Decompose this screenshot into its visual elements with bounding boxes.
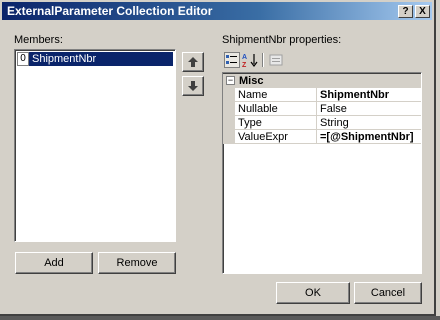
sort-alphabetical-icon: A Z [242, 54, 258, 69]
property-row[interactable]: Type String [223, 116, 421, 130]
property-row[interactable]: ValueExpr =[@ShipmentNbr] [223, 130, 421, 144]
category-row[interactable]: − Misc [223, 74, 421, 88]
categorized-view-button[interactable] [224, 52, 240, 68]
collection-editor-dialog: ExternalParameter Collection Editor ? X … [0, 0, 436, 316]
background-window-bottom [0, 316, 440, 320]
property-value[interactable]: ShipmentNbr [317, 88, 421, 102]
property-value[interactable]: False [317, 102, 421, 116]
property-grid[interactable]: − Misc Name ShipmentNbr Nullable False Type S… [222, 72, 422, 274]
move-up-button[interactable] [182, 52, 204, 72]
help-button[interactable]: ? [398, 5, 413, 18]
property-name: Nullable [235, 102, 317, 116]
categorized-icon [226, 55, 237, 64]
title-bar[interactable]: ExternalParameter Collection Editor ? X [2, 2, 432, 20]
row-margin [223, 88, 235, 102]
members-label: Members: [14, 34, 63, 46]
add-button[interactable]: Add [15, 252, 93, 274]
category-label: Misc [239, 75, 264, 87]
ok-button[interactable]: OK [276, 282, 350, 304]
collapse-icon: − [227, 75, 234, 85]
list-item[interactable]: 0 ShipmentNbr [17, 52, 173, 66]
property-value[interactable]: String [317, 116, 421, 130]
members-list[interactable]: 0 ShipmentNbr [14, 49, 176, 242]
arrow-down-icon [188, 81, 198, 91]
arrow-up-icon [188, 57, 198, 67]
member-index: 0 [17, 52, 29, 66]
cancel-button[interactable]: Cancel [354, 282, 422, 304]
property-pages-icon [269, 54, 283, 66]
background-window-edge [436, 0, 440, 320]
remove-button[interactable]: Remove [98, 252, 176, 274]
collapse-toggle[interactable]: − [226, 76, 235, 85]
property-name: Type [235, 116, 317, 130]
row-margin [223, 130, 235, 144]
close-button[interactable]: X [415, 5, 430, 18]
property-row[interactable]: Nullable False [223, 102, 421, 116]
properties-label: ShipmentNbr properties: [222, 34, 342, 46]
row-margin [223, 102, 235, 116]
property-row[interactable]: Name ShipmentNbr [223, 88, 421, 102]
property-name: ValueExpr [235, 130, 317, 144]
property-value[interactable]: =[@ShipmentNbr] [317, 130, 421, 144]
member-name: ShipmentNbr [29, 52, 173, 66]
alphabetical-view-button[interactable]: A Z [242, 52, 258, 69]
move-down-button[interactable] [182, 76, 204, 96]
svg-text:A: A [242, 54, 247, 61]
row-margin [223, 116, 235, 130]
property-name: Name [235, 88, 317, 102]
property-pages-button[interactable] [268, 52, 284, 68]
svg-text:Z: Z [242, 62, 247, 68]
window-title: ExternalParameter Collection Editor [7, 4, 213, 18]
toolbar-separator [262, 53, 264, 67]
